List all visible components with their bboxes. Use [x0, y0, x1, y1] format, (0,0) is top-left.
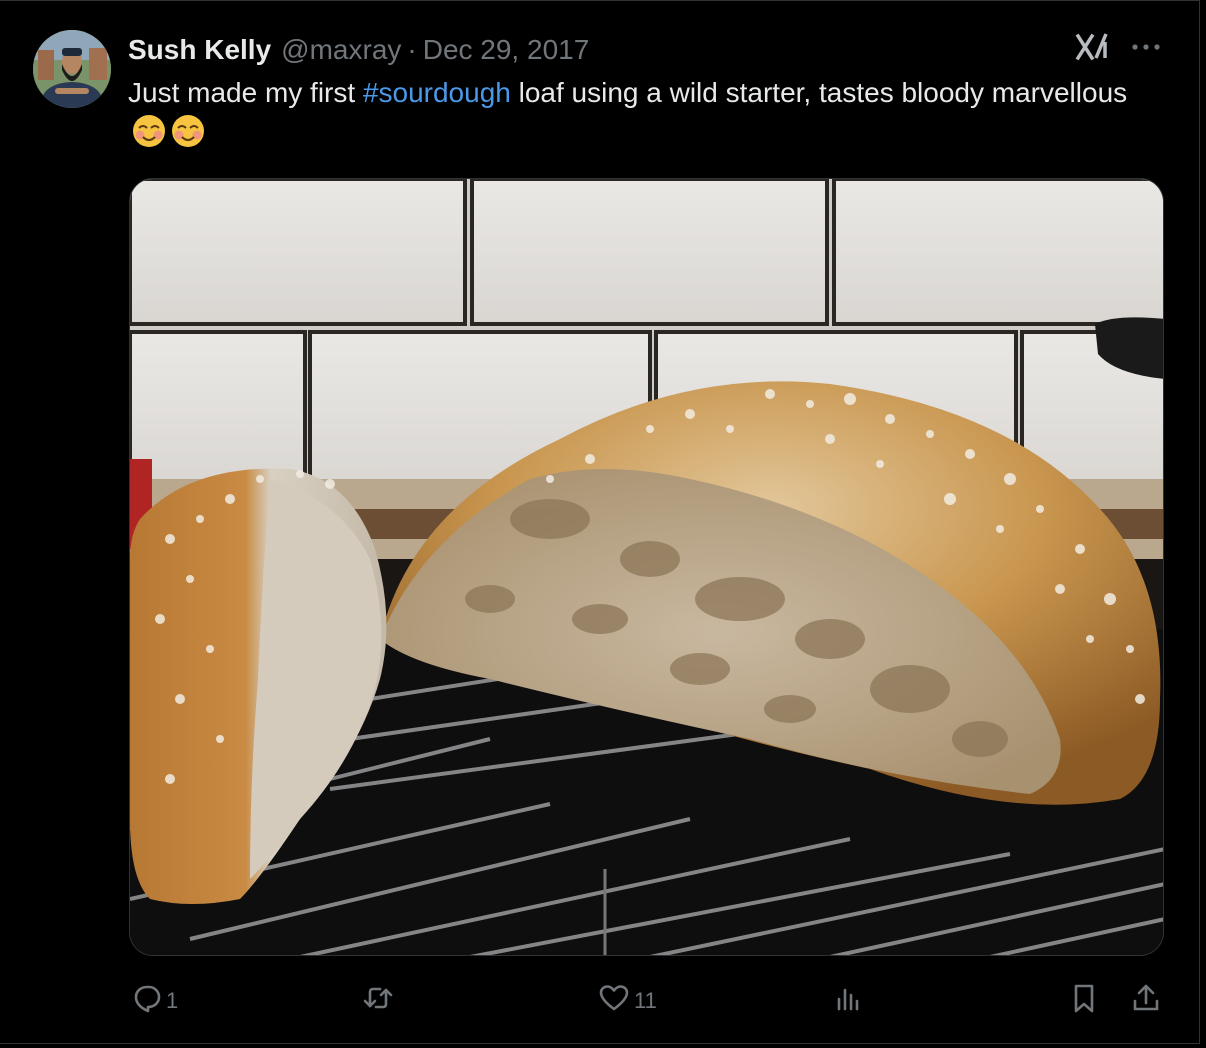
- share-button[interactable]: [1130, 983, 1162, 1019]
- grok-icon[interactable]: [1074, 28, 1112, 66]
- author-name[interactable]: Sush Kelly: [128, 34, 271, 66]
- analytics-icon: [832, 982, 864, 1020]
- tweet-date[interactable]: Dec 29, 2017: [423, 34, 590, 66]
- tweet-actions: 1 11: [0, 975, 1200, 1025]
- avatar[interactable]: [33, 30, 111, 108]
- tweet-card[interactable]: Sush Kelly @maxray · Dec 29, 2017 Just m…: [0, 0, 1200, 1044]
- hashtag-link[interactable]: #sourdough: [363, 77, 511, 108]
- share-icon: [1130, 982, 1162, 1020]
- smiling-face-emoji-icon: [131, 113, 167, 149]
- reply-icon: [130, 982, 162, 1020]
- bookmark-icon: [1068, 982, 1100, 1020]
- like-count: 11: [634, 988, 657, 1013]
- smiling-face-emoji-icon: [170, 113, 206, 149]
- retweet-icon: [362, 982, 394, 1020]
- like-button[interactable]: 11: [598, 983, 657, 1019]
- views-button[interactable]: [832, 983, 868, 1019]
- author-handle[interactable]: @maxray: [281, 34, 401, 66]
- more-options-icon[interactable]: [1128, 28, 1164, 66]
- reply-button[interactable]: 1: [130, 983, 178, 1019]
- tweet-header: Sush Kelly @maxray · Dec 29, 2017: [128, 30, 589, 70]
- tweet-text-start: Just made my first: [128, 77, 363, 108]
- tweet-text-end: loaf using a wild starter, tastes bloody…: [510, 77, 1128, 108]
- divider: [0, 0, 1200, 1]
- retweet-button[interactable]: [362, 983, 398, 1019]
- tweet-photo[interactable]: [129, 178, 1164, 956]
- bookmark-button[interactable]: [1068, 983, 1100, 1019]
- header-separator: ·: [407, 34, 417, 65]
- reply-count: 1: [166, 988, 179, 1013]
- heart-icon: [598, 982, 630, 1020]
- tweet-text: Just made my first #sourdough loaf using…: [128, 73, 1168, 153]
